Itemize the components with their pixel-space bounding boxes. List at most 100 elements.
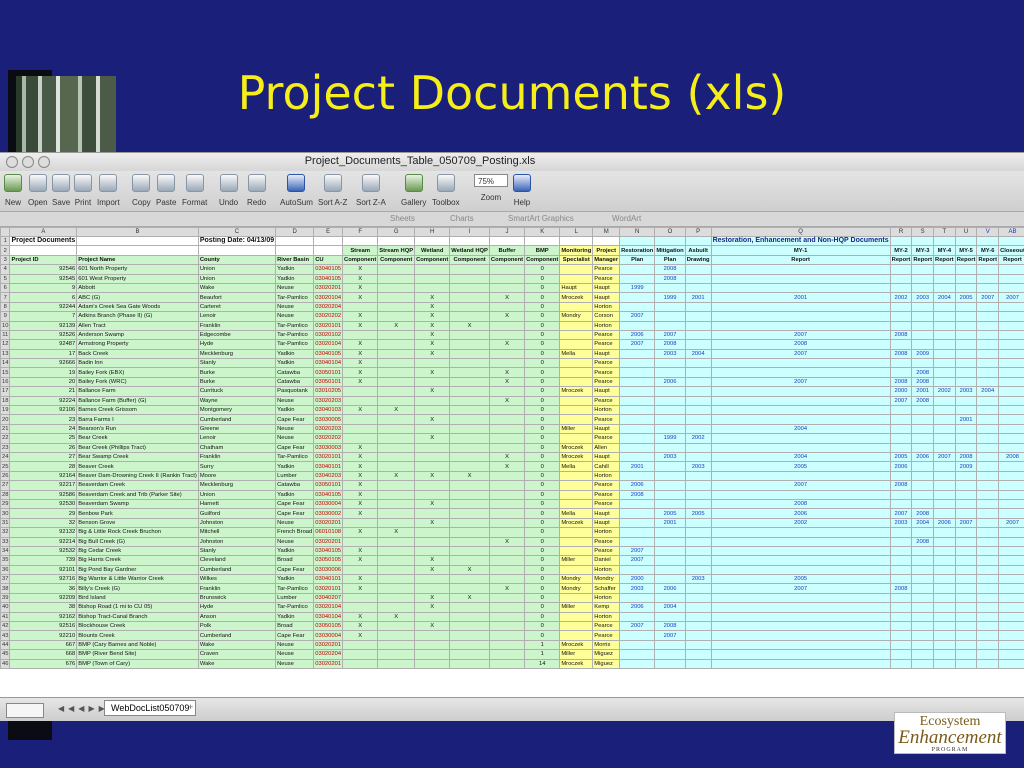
data-cell[interactable] [684,611,712,623]
data-cell[interactable] [710,442,891,454]
data-cell[interactable]: Brunswick [197,592,277,604]
data-cell[interactable] [710,630,891,641]
data-cell[interactable] [933,461,956,472]
data-cell[interactable] [933,602,956,613]
data-cell[interactable]: Neuse [275,423,315,435]
data-cell[interactable]: X [488,461,526,472]
data-cell[interactable]: Stanly [197,358,277,369]
data-cell[interactable]: Tar-Pamlico [275,451,315,463]
data-cell[interactable]: X [488,292,526,303]
data-cell[interactable] [488,414,526,425]
data-cell[interactable]: Mroczek [559,451,594,463]
data-cell[interactable]: X [342,451,379,463]
row-number[interactable]: 24 [0,451,11,463]
data-cell[interactable] [488,433,526,444]
header-cell[interactable]: Stream [342,245,379,256]
data-cell[interactable] [342,395,379,407]
data-cell[interactable]: 2008 [911,376,935,388]
data-cell[interactable] [559,480,594,491]
header-cell[interactable]: Component [377,254,416,266]
data-cell[interactable] [559,527,594,538]
data-cell[interactable]: Neuse [275,536,315,547]
data-cell[interactable] [933,423,956,435]
data-cell[interactable]: Mondry [559,583,594,594]
data-cell[interactable] [342,301,379,313]
data-cell[interactable]: Yadkin [275,348,315,360]
data-cell[interactable]: 2008 [889,329,913,341]
data-cell[interactable] [710,470,891,482]
data-cell[interactable]: 2007 [619,555,656,566]
row-number[interactable]: 46 [0,658,11,669]
data-cell[interactable] [911,405,935,416]
data-cell[interactable] [933,433,956,444]
header-cell[interactable]: CU [313,254,344,266]
data-cell[interactable]: X [342,555,379,566]
data-cell[interactable]: Broad [275,555,315,566]
data-cell[interactable]: 2006 [889,461,913,472]
toolbar-sort-a-z-button[interactable]: Sort A-Z [318,174,347,207]
data-cell[interactable] [559,358,594,369]
data-cell[interactable] [710,564,891,576]
data-cell[interactable]: 0 [524,630,561,641]
data-cell[interactable] [414,545,451,557]
data-cell[interactable] [998,536,1024,547]
data-cell[interactable] [889,470,913,482]
data-cell[interactable] [488,639,526,651]
data-cell[interactable]: 0 [524,451,561,463]
data-cell[interactable]: Cahill [592,461,621,472]
data-cell[interactable]: 0 [524,574,561,585]
data-cell[interactable] [976,498,1000,510]
data-cell[interactable]: 2001 [911,386,935,397]
row-number[interactable]: 44 [0,639,11,651]
data-cell[interactable]: Pearce [592,480,621,491]
data-cell[interactable] [911,442,935,454]
data-cell[interactable]: Corson [592,311,621,322]
data-cell[interactable]: Morris [592,639,621,651]
data-cell[interactable] [488,329,526,341]
data-cell[interactable] [933,367,956,378]
data-cell[interactable] [889,273,913,284]
data-cell[interactable] [449,358,490,369]
data-cell[interactable]: 03020202 [313,433,344,444]
data-cell[interactable] [911,282,935,294]
row-number[interactable]: 1 [0,235,11,247]
data-cell[interactable] [911,358,935,369]
data-cell[interactable] [911,658,935,669]
data-cell[interactable] [889,592,913,604]
data-cell[interactable]: 1999 [654,292,686,303]
data-cell[interactable]: X [342,292,379,303]
data-cell[interactable]: 0 [524,386,561,397]
data-cell[interactable]: Pearce [592,367,621,378]
data-cell[interactable]: X [414,329,451,341]
data-cell[interactable] [449,498,490,510]
data-cell[interactable]: Neuse [275,433,315,444]
data-cell[interactable]: 0 [524,348,561,360]
data-cell[interactable] [889,545,913,557]
header-cell[interactable] [559,235,594,247]
data-cell[interactable] [710,414,891,425]
data-cell[interactable]: Currituck [197,386,277,397]
data-cell[interactable]: 92162 [9,611,78,623]
data-cell[interactable] [684,367,712,378]
data-cell[interactable]: 2008 [654,264,686,275]
data-cell[interactable] [559,592,594,604]
data-cell[interactable] [684,423,712,435]
data-cell[interactable]: Horton [592,592,621,604]
data-cell[interactable]: Wake [197,658,277,669]
data-cell[interactable] [559,339,594,350]
data-cell[interactable] [619,433,656,444]
data-cell[interactable] [933,508,956,519]
header-cell[interactable] [933,235,956,247]
data-cell[interactable] [488,423,526,435]
data-cell[interactable] [684,395,712,407]
data-cell[interactable] [377,639,416,651]
data-cell[interactable]: Mondry [592,574,621,585]
header-cell[interactable]: Project [592,245,621,256]
data-cell[interactable] [998,442,1024,454]
data-cell[interactable] [342,536,379,547]
data-cell[interactable] [976,555,1000,566]
data-cell[interactable] [933,348,956,360]
data-cell[interactable]: 0 [524,405,561,416]
data-cell[interactable] [933,470,956,482]
header-cell[interactable]: Project Documents [9,235,78,247]
